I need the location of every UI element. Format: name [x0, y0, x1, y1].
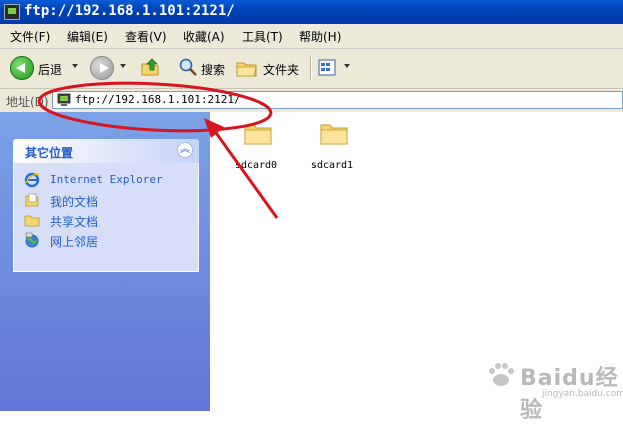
other-places-title: 其它位置 [25, 146, 74, 160]
address-value: ftp://192.168.1.101:2121/ [75, 93, 241, 106]
menu-favorites[interactable]: 收藏(A) [183, 28, 225, 45]
folders-button-label[interactable]: 文件夹 [263, 61, 299, 78]
network-icon [25, 232, 39, 248]
forward-dropdown-chevron-icon[interactable] [120, 64, 126, 68]
other-places-header[interactable]: 其它位置 ︽ [13, 139, 199, 163]
menu-help[interactable]: 帮助(H) [299, 28, 341, 45]
views-dropdown-chevron-icon[interactable] [344, 64, 350, 68]
menu-view[interactable]: 查看(V) [125, 28, 167, 45]
window-icon [4, 4, 20, 20]
address-label: 地址(D) [6, 95, 49, 109]
file-name: sdcard1 [310, 160, 354, 171]
folder-icon [244, 124, 272, 145]
menu-bar: 文件(F) 编辑(E) 查看(V) 收藏(A) 工具(T) 帮助(H) [0, 24, 623, 49]
search-icon[interactable] [178, 57, 198, 77]
sidebar-item-label: 共享文档 [50, 215, 99, 229]
menu-tools[interactable]: 工具(T) [242, 28, 283, 45]
address-input[interactable]: ftp://192.168.1.101:2121/ [52, 91, 623, 109]
folders-icon[interactable] [236, 58, 258, 78]
toolbar: 后退 搜索 文件夹 [0, 49, 623, 89]
watermark-url: jingyan.baidu.com [542, 389, 623, 399]
documents-icon [25, 193, 39, 207]
title-bar[interactable]: ftp://192.168.1.101:2121/ [0, 0, 623, 24]
other-places-panel: 其它位置 ︽ Internet Explorer 我的文档 共享文档 网上邻居 [13, 139, 199, 272]
list-item[interactable]: sdcard0 [224, 120, 288, 180]
sidebar-item-label: 网上邻居 [50, 235, 99, 249]
menu-file[interactable]: 文件(F) [10, 28, 50, 45]
file-name: sdcard0 [234, 160, 278, 171]
search-button-label[interactable]: 搜索 [201, 61, 225, 78]
back-arrow-icon[interactable] [10, 56, 34, 80]
other-places-list: Internet Explorer 我的文档 共享文档 网上邻居 [13, 163, 199, 272]
sidebar-item-label: 我的文档 [50, 195, 99, 209]
menu-edit[interactable]: 编辑(E) [67, 28, 108, 45]
back-dropdown-chevron-icon[interactable] [72, 64, 78, 68]
shared-folder-icon [24, 215, 40, 227]
list-item[interactable]: sdcard1 [300, 120, 364, 180]
forward-arrow-icon[interactable] [90, 56, 114, 80]
sidebar-item-label: Internet Explorer [50, 173, 163, 186]
back-button-label[interactable]: 后退 [38, 61, 62, 78]
up-folder-icon[interactable] [140, 57, 160, 77]
views-icon[interactable] [318, 58, 340, 78]
ie-icon [24, 172, 40, 188]
watermark: Baidu经验 jingyan.baidu.com [480, 356, 623, 423]
collapse-chevron-icon[interactable]: ︽ [177, 142, 193, 158]
address-bar: 地址(D) ftp://192.168.1.101:2121/ [0, 89, 623, 113]
folder-icon [320, 124, 348, 145]
ftp-site-icon [57, 93, 71, 106]
explorer-window: ftp://192.168.1.101:2121/ 文件(F) 编辑(E) 查看… [0, 0, 623, 423]
toolbar-divider [310, 55, 312, 81]
task-pane: 其它位置 ︽ Internet Explorer 我的文档 共享文档 网上邻居 [0, 112, 210, 411]
window-title: ftp://192.168.1.101:2121/ [24, 3, 235, 19]
paw-logo-icon [489, 363, 514, 386]
